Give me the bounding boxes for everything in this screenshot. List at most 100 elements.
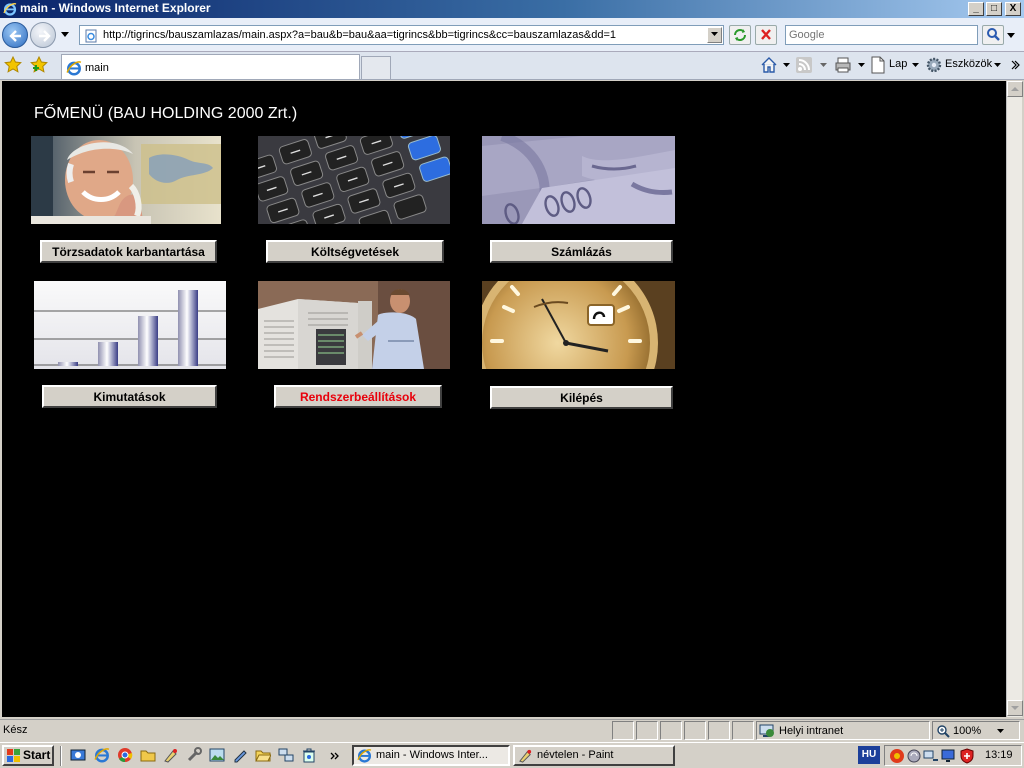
folder-open-icon[interactable] <box>255 747 271 763</box>
title-bar[interactable]: main - Windows Internet Explorer _ □ X <box>0 0 1024 18</box>
add-favorites-icon[interactable] <box>30 56 48 74</box>
recent-pages-dropdown-icon[interactable] <box>61 32 69 38</box>
tray-security-shield-icon[interactable] <box>959 748 975 764</box>
wristwatch-image <box>482 281 675 369</box>
zoom-panel[interactable]: 100% <box>932 721 1020 740</box>
menu-button-master-data[interactable]: Törzsadatok karbantartása <box>40 240 217 263</box>
security-zone-panel[interactable]: Helyi intranet <box>756 721 930 740</box>
taskbar-button-ie[interactable]: main - Windows Inter... <box>352 745 510 766</box>
stop-button[interactable] <box>755 25 777 45</box>
address-dropdown-button[interactable] <box>707 27 722 43</box>
menu-button-exit[interactable]: Kilépés <box>490 386 673 409</box>
calculator-keys-photo[interactable] <box>258 136 450 224</box>
pen-icon[interactable] <box>232 747 248 763</box>
status-text: Kész <box>3 724 28 736</box>
show-desktop-icon[interactable] <box>70 747 86 763</box>
clock[interactable]: 13:19 <box>985 749 1013 761</box>
server-technician-photo[interactable] <box>258 281 450 369</box>
minimize-button[interactable]: _ <box>968 2 984 16</box>
tray-network-icon[interactable] <box>923 748 939 764</box>
tools-gear-icon[interactable] <box>925 56 943 74</box>
tab-main-label: main <box>85 62 109 74</box>
folder-icon[interactable] <box>140 747 156 763</box>
search-box[interactable] <box>785 25 978 45</box>
vertical-scrollbar[interactable] <box>1006 81 1023 717</box>
forward-arrow-icon <box>39 30 51 42</box>
back-button[interactable] <box>2 22 28 48</box>
zoom-dropdown-icon[interactable] <box>997 729 1004 734</box>
wristwatch-photo[interactable] <box>482 281 675 369</box>
status-panel <box>636 721 658 740</box>
chevron-right-icon[interactable] <box>1010 60 1020 70</box>
search-icon <box>987 28 1000 41</box>
scroll-up-button[interactable] <box>1007 81 1023 97</box>
banknotes-photo[interactable] <box>482 136 675 224</box>
back-arrow-icon <box>9 30 21 42</box>
recycle-icon[interactable] <box>301 747 317 763</box>
tray-monitor-icon[interactable] <box>940 748 956 764</box>
tab-strip: main Lap Eszközök <box>0 52 1024 80</box>
taskbar: Start main - Windows Inter... névtelen -… <box>0 742 1024 768</box>
image-viewer-icon[interactable] <box>209 747 225 763</box>
menu-button-invoicing[interactable]: Számlázás <box>490 240 673 263</box>
maximize-button[interactable]: □ <box>986 2 1002 16</box>
forward-button[interactable] <box>30 22 56 48</box>
chrome-icon[interactable] <box>117 747 133 763</box>
internet-explorer-icon <box>66 61 82 76</box>
paint-icon[interactable] <box>163 747 179 763</box>
status-panel <box>660 721 682 740</box>
page-menu-label[interactable]: Lap <box>889 58 907 70</box>
network-icon[interactable] <box>278 747 294 763</box>
home-icon[interactable] <box>760 56 778 74</box>
menu-button-system-settings[interactable]: Rendszerbeállítások <box>274 385 442 408</box>
search-button[interactable] <box>982 25 1004 45</box>
tools-menu-label[interactable]: Eszközök <box>945 58 992 70</box>
zoom-level: 100% <box>953 725 982 737</box>
intranet-zone-icon <box>759 724 774 737</box>
rss-feed-icon[interactable] <box>796 57 812 73</box>
tab-main[interactable]: main <box>61 54 360 79</box>
taskbar-button-label: névtelen - Paint <box>537 749 614 761</box>
windows-logo-icon <box>7 749 20 762</box>
stop-icon <box>761 29 771 40</box>
refresh-button[interactable] <box>729 25 751 45</box>
search-input[interactable] <box>789 27 974 43</box>
rss-dropdown-icon[interactable] <box>820 63 827 68</box>
scroll-down-button[interactable] <box>1007 700 1023 716</box>
chevron-down-icon <box>711 32 718 36</box>
address-bar[interactable]: http://tigrincs/bauszamlazas/main.aspx?a… <box>79 25 724 45</box>
bar-chart-picture[interactable] <box>34 281 226 369</box>
quicklaunch-more-icon[interactable] <box>330 752 340 760</box>
person-phone-photo[interactable] <box>31 136 221 224</box>
calculator-keys-image <box>258 136 450 224</box>
taskbar-button-paint[interactable]: névtelen - Paint <box>513 745 675 766</box>
start-button[interactable]: Start <box>2 745 54 766</box>
close-button[interactable]: X <box>1005 2 1021 16</box>
search-options-dropdown-icon[interactable] <box>1007 33 1015 39</box>
system-tray: 13:19 <box>884 745 1022 766</box>
menu-button-budgets[interactable]: Költségvetések <box>266 240 444 263</box>
menu-button-reports[interactable]: Kimutatások <box>42 385 217 408</box>
status-panel <box>612 721 634 740</box>
new-tab-button[interactable] <box>361 56 391 79</box>
tray-sync-icon[interactable] <box>906 748 922 764</box>
language-indicator[interactable]: HU <box>858 746 880 764</box>
status-panel <box>684 721 706 740</box>
tray-app-icon[interactable] <box>889 748 905 764</box>
tools-icon[interactable] <box>186 747 202 763</box>
start-label: Start <box>23 748 51 762</box>
print-dropdown-icon[interactable] <box>858 63 865 68</box>
home-dropdown-icon[interactable] <box>783 63 790 68</box>
print-icon[interactable] <box>834 56 852 74</box>
internet-explorer-icon <box>3 3 17 16</box>
address-url[interactable]: http://tigrincs/bauszamlazas/main.aspx?a… <box>103 29 616 41</box>
navigation-bar: http://tigrincs/bauszamlazas/main.aspx?a… <box>0 18 1024 52</box>
browser-window: main - Windows Internet Explorer _ □ X h… <box>0 0 1024 742</box>
internet-explorer-icon[interactable] <box>94 747 110 763</box>
favorites-star-icon[interactable] <box>4 56 22 74</box>
tools-dropdown-icon[interactable] <box>994 63 1001 68</box>
page-menu-icon[interactable] <box>870 56 886 74</box>
refresh-icon <box>734 29 746 41</box>
status-panel <box>732 721 754 740</box>
page-menu-dropdown-icon[interactable] <box>912 63 919 68</box>
